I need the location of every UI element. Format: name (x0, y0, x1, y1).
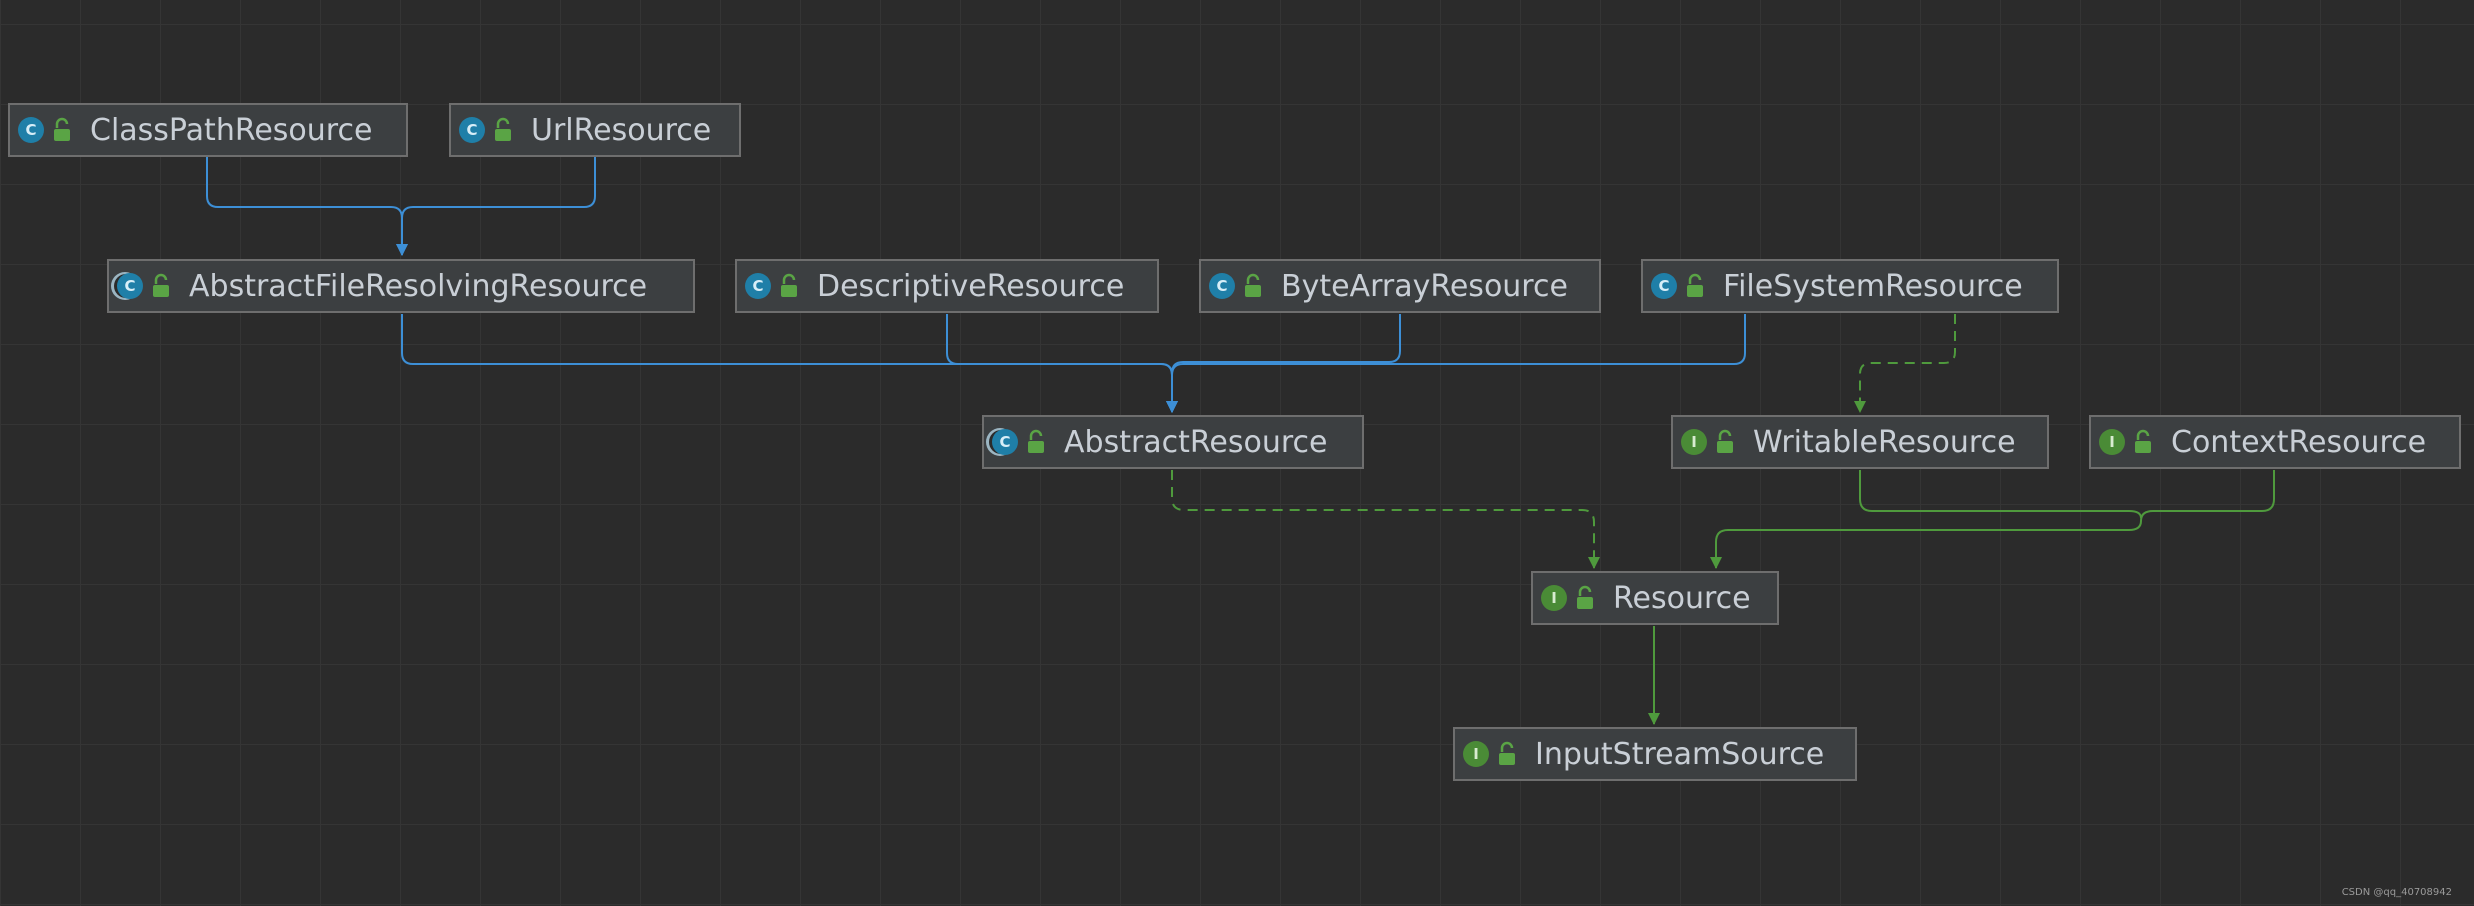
node-resource[interactable]: I Resource (1531, 571, 1779, 625)
class-icon: C (745, 273, 771, 299)
abstract-class-icon: C (992, 429, 1018, 455)
unlocked-padlock-icon (1717, 429, 1733, 453)
unlocked-padlock-icon (153, 273, 169, 297)
class-icon: C (459, 117, 485, 143)
unlocked-padlock-icon (1245, 273, 1261, 297)
unlocked-padlock-icon (1499, 741, 1515, 765)
node-label: InputStreamSource (1535, 736, 1825, 772)
edge-file-system-to-abstract-resource (1166, 314, 1746, 413)
edge-file-system-implements-writable (1854, 314, 1956, 413)
edge-url-to-abstract-file-resolving (396, 157, 596, 256)
watermark: CSDN @qq_40708942 (2341, 887, 2452, 898)
unlocked-padlock-icon (495, 117, 511, 141)
class-hierarchy-diagram: C ClassPathResource C UrlResource C Abst… (0, 0, 2474, 906)
node-label: AbstractFileResolvingResource (189, 268, 648, 304)
unlocked-padlock-icon (781, 273, 797, 297)
class-icon: C (1651, 273, 1677, 299)
node-url-resource[interactable]: C UrlResource (449, 103, 741, 157)
node-label: WritableResource (1753, 424, 2016, 460)
node-writable-resource[interactable]: I WritableResource (1671, 415, 2049, 469)
unlocked-padlock-icon (1577, 585, 1593, 609)
node-label: AbstractResource (1064, 424, 1328, 460)
node-abstract-file-resolving-resource[interactable]: C AbstractFileResolvingResource (107, 259, 695, 313)
node-input-stream-source[interactable]: I InputStreamSource (1453, 727, 1857, 781)
node-byte-array-resource[interactable]: C ByteArrayResource (1199, 259, 1601, 313)
interface-icon: I (2099, 429, 2125, 455)
edge-descriptive-to-abstract-resource (946, 314, 1178, 413)
node-context-resource[interactable]: I ContextResource (2089, 415, 2461, 469)
interface-icon: I (1541, 585, 1567, 611)
unlocked-padlock-icon (1687, 273, 1703, 297)
unlocked-padlock-icon (54, 117, 70, 141)
node-label: ContextResource (2171, 424, 2427, 460)
class-icon: C (18, 117, 44, 143)
node-descriptive-resource[interactable]: C DescriptiveResource (735, 259, 1159, 313)
node-file-system-resource[interactable]: C FileSystemResource (1641, 259, 2059, 313)
unlocked-padlock-icon (1028, 429, 1044, 453)
unlocked-padlock-icon (2135, 429, 2151, 453)
node-label: ByteArrayResource (1281, 268, 1568, 304)
edge-abstract-resource-implements-resource (1171, 470, 1600, 569)
class-icon: C (1209, 273, 1235, 299)
interface-icon: I (1463, 741, 1489, 767)
edge-context-extends-resource (1710, 470, 2275, 569)
node-label: ClassPathResource (90, 112, 373, 148)
node-abstract-resource[interactable]: C AbstractResource (982, 415, 1364, 469)
node-label: FileSystemResource (1723, 268, 2023, 304)
abstract-class-icon: C (117, 273, 143, 299)
edge-classpath-to-abstract-file-resolving (206, 157, 408, 256)
node-label: Resource (1613, 580, 1751, 616)
node-label: DescriptiveResource (817, 268, 1125, 304)
interface-icon: I (1681, 429, 1707, 455)
node-label: UrlResource (531, 112, 712, 148)
edge-writable-extends-resource (1859, 470, 2142, 519)
node-classpath-resource[interactable]: C ClassPathResource (8, 103, 408, 157)
